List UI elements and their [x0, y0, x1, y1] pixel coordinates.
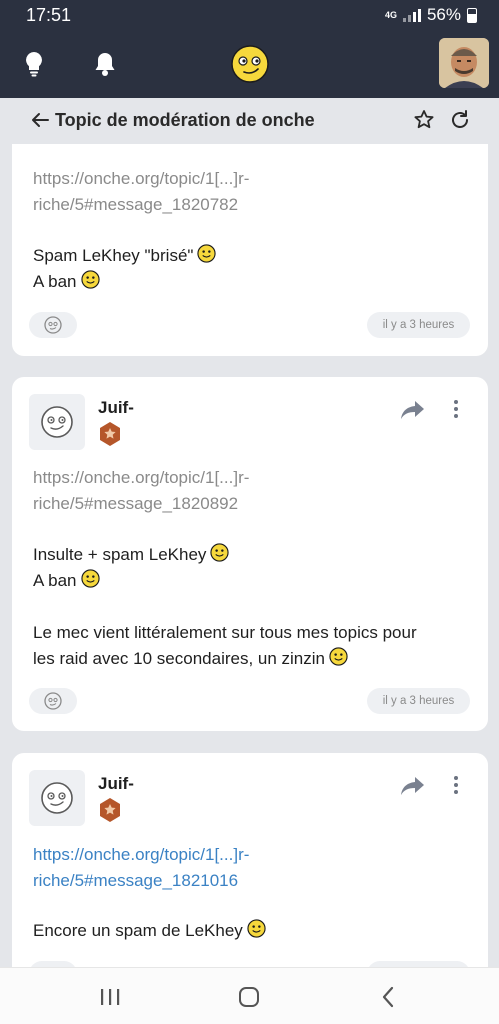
smiley-icon [197, 244, 217, 263]
onche-logo[interactable] [230, 44, 270, 89]
recent-apps-icon[interactable] [95, 982, 125, 1012]
rank-badge-icon [98, 797, 122, 828]
post-link[interactable]: riche/5#message_1820892 [33, 491, 238, 517]
post-card: Juif- https://onche.org/topic/1[...]r- r… [12, 753, 488, 993]
author-avatar[interactable] [29, 770, 85, 826]
post-text-line: A ban [33, 568, 100, 594]
smiley-icon [80, 270, 100, 289]
post-link[interactable]: riche/5#message_1820782 [33, 192, 238, 218]
status-bar: 17:51 4G 56% [0, 0, 499, 30]
home-icon[interactable] [234, 982, 264, 1012]
author-name[interactable]: Juif- [98, 774, 134, 794]
more-options-icon[interactable] [449, 397, 463, 421]
back-arrow-icon[interactable] [28, 108, 52, 132]
smiley-icon [210, 543, 230, 562]
app-header [0, 30, 499, 98]
post-timestamp: il y a 3 heures [367, 688, 470, 714]
share-icon[interactable] [400, 775, 426, 802]
topic-title: Topic de modération de onche [55, 110, 315, 130]
post-link[interactable]: https://onche.org/topic/1[...]r- [33, 842, 249, 868]
face-avatar-icon [41, 782, 73, 814]
reaction-face-icon [44, 692, 62, 710]
refresh-icon[interactable] [448, 108, 472, 132]
post-link[interactable]: riche/5#message_1821016 [33, 868, 238, 894]
topic-title-bar: Topic de modération de onche [12, 98, 488, 144]
battery-level: 56% [426, 5, 461, 24]
author-name[interactable]: Juif- [98, 398, 134, 418]
smiley-icon [329, 647, 348, 666]
reaction-button[interactable] [29, 688, 77, 714]
lightbulb-icon[interactable] [16, 46, 52, 82]
post-text-line: A ban [33, 269, 100, 295]
share-icon[interactable] [400, 399, 426, 426]
post-text-line: Le mec vient littéralement sur tous mes … [33, 623, 417, 642]
post-text-line: Spam LeKhey "brisé" [33, 243, 217, 269]
signal-icon [402, 8, 421, 22]
smiley-icon [80, 569, 100, 588]
post-link[interactable]: https://onche.org/topic/1[...]r- [33, 465, 249, 491]
network-type: 4G [384, 9, 397, 20]
reaction-face-icon [44, 316, 62, 334]
status-time: 17:51 [26, 5, 72, 25]
post-link[interactable]: https://onche.org/topic/1[...]r- [33, 166, 249, 192]
smiley-icon [247, 919, 266, 938]
system-navigation-bar [0, 967, 499, 1024]
post-timestamp: il y a 3 heures [367, 312, 470, 338]
star-icon[interactable] [412, 108, 436, 132]
post-card: Juif- https://onche.org/topic/1[...]r- r… [12, 377, 488, 731]
post-card: https://onche.org/topic/1[...]r- riche/5… [12, 144, 488, 356]
post-text-line: les raid avec 10 secondaires, un zinzin [33, 646, 348, 672]
back-icon[interactable] [374, 982, 404, 1012]
reaction-button[interactable] [29, 312, 77, 338]
post-text-line: Encore un spam de LeKhey [33, 918, 266, 944]
user-avatar[interactable] [439, 38, 489, 88]
rank-badge-icon [98, 421, 122, 452]
bell-icon[interactable] [87, 46, 123, 82]
face-avatar-icon [41, 406, 73, 438]
post-text-line: Insulte + spam LeKhey [33, 542, 230, 568]
battery-icon [467, 7, 477, 23]
author-avatar[interactable] [29, 394, 85, 450]
more-options-icon[interactable] [449, 773, 463, 797]
